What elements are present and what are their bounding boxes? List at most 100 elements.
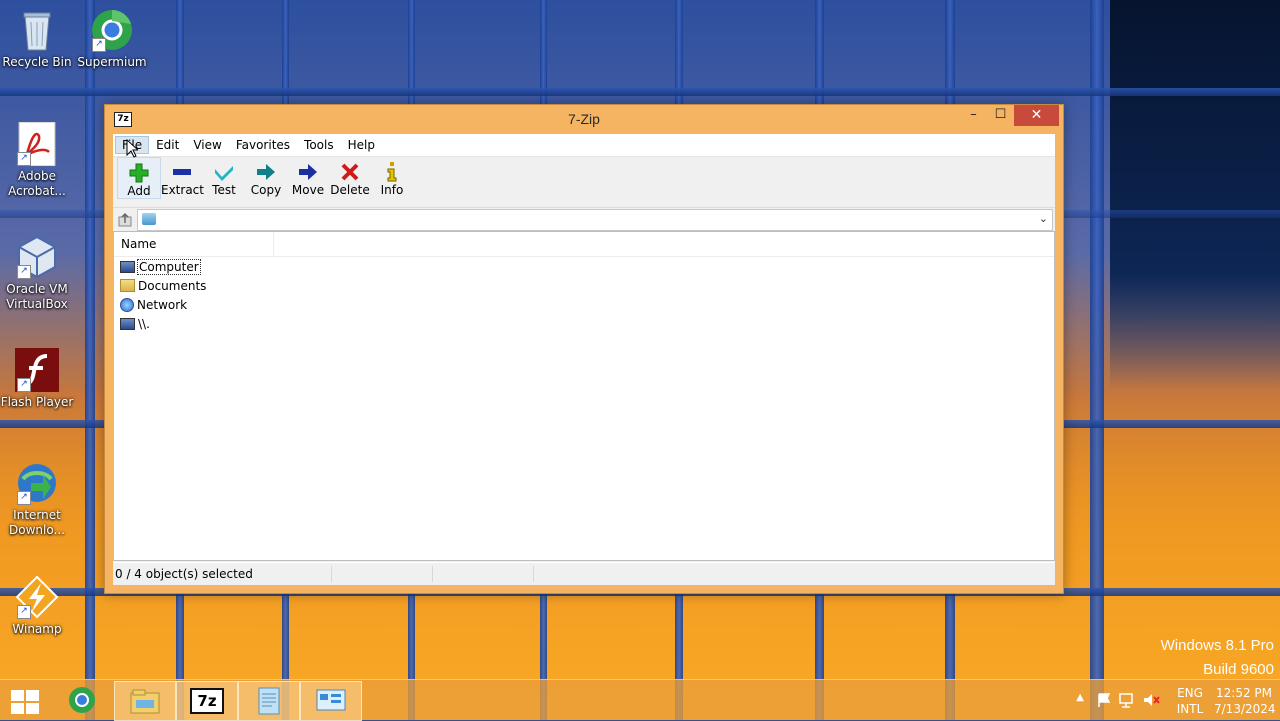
desktop-icon-label: Supermium: [77, 55, 147, 69]
network-icon: [120, 297, 134, 312]
list-item-label: Documents: [138, 278, 207, 293]
flash-player-icon: ↗: [15, 348, 59, 392]
clock[interactable]: 12:52 PM 7/13/2024: [1214, 685, 1276, 717]
taskbar-supermium[interactable]: [52, 681, 112, 719]
wallpaper-beam: [1090, 0, 1104, 720]
list-item[interactable]: Documents: [114, 276, 1054, 295]
folder-icon: [120, 279, 135, 292]
taskbar-control-panel[interactable]: [300, 681, 362, 721]
clock-time: 12:52 PM: [1216, 686, 1272, 700]
up-folder-button[interactable]: [113, 209, 137, 231]
list-item[interactable]: \\.: [114, 314, 1054, 333]
status-bar: 0 / 4 object(s) selected: [113, 562, 1055, 585]
desktop-icon-winamp[interactable]: ↗ Winamp: [0, 575, 74, 637]
extract-button[interactable]: Extract: [161, 157, 204, 197]
move-button[interactable]: Move: [287, 157, 329, 197]
recycle-bin-icon: [15, 8, 59, 52]
list-item-label: Network: [137, 297, 188, 312]
shortcut-arrow-icon: ↗: [17, 491, 31, 505]
list-header: Name: [114, 232, 1054, 257]
taskbar-notepad[interactable]: [238, 681, 300, 721]
move-label: Move: [291, 183, 325, 197]
copy-icon: [245, 161, 287, 183]
notepad-icon: [258, 687, 280, 715]
wallpaper-beam: [0, 88, 1280, 96]
menu-tools[interactable]: Tools: [297, 136, 341, 154]
add-button[interactable]: Add: [117, 157, 161, 199]
volume-muted-icon[interactable]: [1142, 692, 1160, 708]
chevron-down-icon[interactable]: ⌄: [1039, 212, 1048, 225]
minimize-button[interactable]: –: [960, 105, 987, 126]
info-label: Info: [380, 183, 404, 197]
info-button[interactable]: Info: [371, 157, 413, 197]
maximize-button[interactable]: ☐: [987, 105, 1014, 126]
add-icon: [118, 162, 160, 184]
desktop-icon-flash-player[interactable]: ↗ Flash Player: [0, 348, 74, 410]
internet-download-manager-icon: ↗: [15, 461, 59, 505]
title-bar[interactable]: 7z 7-Zip – ☐ ✕: [105, 105, 1063, 133]
add-label: Add: [127, 184, 151, 198]
column-header-name[interactable]: Name: [114, 232, 274, 256]
list-item[interactable]: Computer: [114, 257, 1054, 276]
delete-button[interactable]: Delete: [329, 157, 371, 197]
test-label: Test: [212, 183, 236, 197]
up-folder-icon: [118, 212, 132, 227]
list-item[interactable]: Network: [114, 295, 1054, 314]
winamp-icon: ↗: [15, 575, 59, 619]
desktop-icon-recycle-bin[interactable]: Recycle Bin: [0, 8, 74, 70]
desktop-icon-label: Oracle VM VirtualBox: [6, 282, 68, 311]
language-indicator[interactable]: ENG INTL: [1172, 685, 1208, 717]
extract-icon: [161, 161, 203, 183]
desktop-icon-label: Recycle Bin: [2, 55, 72, 69]
file-list[interactable]: Name Computer Documents Network \\.: [113, 231, 1055, 561]
desktop-icon-virtualbox[interactable]: ↗ Oracle VM VirtualBox: [0, 235, 74, 312]
start-button[interactable]: [11, 690, 39, 714]
windows-logo-icon: [26, 690, 39, 701]
desktop-icon-supermium[interactable]: ↗ Supermium: [75, 8, 149, 70]
windows-edition-watermark: Windows 8.1 Pro: [1160, 637, 1274, 654]
status-pane: [332, 566, 433, 582]
test-button[interactable]: Test: [203, 157, 245, 197]
toolbar: Add Extract Test Copy Move Delete Info: [113, 157, 1055, 208]
taskbar: 7z ▲ ENG INTL 12:52 PM 7/13/2024: [0, 679, 1280, 721]
close-button[interactable]: ✕: [1014, 105, 1059, 126]
menu-favorites[interactable]: Favorites: [229, 136, 297, 154]
status-pane: [433, 566, 534, 582]
shortcut-arrow-icon: ↗: [92, 38, 106, 52]
status-selection: 0 / 4 object(s) selected: [113, 566, 332, 582]
taskbar-7zip[interactable]: 7z: [176, 681, 238, 721]
move-icon: [287, 161, 329, 183]
info-icon: [371, 161, 413, 183]
control-panel-icon: [316, 689, 346, 711]
window-client: File Edit View Favorites Tools Help Add …: [113, 134, 1055, 585]
path-combobox[interactable]: ⌄: [137, 209, 1053, 231]
desktop-icon-adobe-acrobat[interactable]: ↗ Adobe Acrobat...: [0, 121, 74, 199]
windows-logo-icon: [11, 690, 24, 701]
computer-icon: [120, 317, 135, 330]
delete-icon: [329, 161, 371, 183]
file-explorer-icon: [130, 689, 160, 714]
address-bar: ⌄: [113, 208, 1055, 233]
network-status-icon[interactable]: [1118, 692, 1136, 708]
menu-view[interactable]: View: [186, 136, 228, 154]
windows-logo-icon: [26, 703, 39, 714]
show-hidden-icons-icon[interactable]: ▲: [1076, 692, 1084, 703]
desktop-icon-label: Adobe Acrobat...: [8, 169, 66, 198]
menu-bar: File Edit View Favorites Tools Help: [113, 134, 1055, 157]
keyboard-layout: INTL: [1176, 702, 1204, 716]
list-item-label: Computer: [137, 258, 201, 275]
menu-help[interactable]: Help: [341, 136, 382, 154]
shortcut-arrow-icon: ↗: [17, 265, 31, 279]
7zip-app-icon: 7z: [190, 688, 224, 714]
windows-logo-icon: [11, 703, 24, 714]
taskbar-file-explorer[interactable]: [114, 681, 176, 721]
window-title: 7-Zip: [568, 111, 600, 127]
virtualbox-icon: ↗: [15, 235, 59, 279]
menu-edit[interactable]: Edit: [149, 136, 186, 154]
copy-button[interactable]: Copy: [245, 157, 287, 197]
shortcut-arrow-icon: ↗: [17, 605, 31, 619]
action-center-flag-icon[interactable]: [1096, 692, 1112, 708]
windows-build-watermark: Build 9600: [1203, 661, 1274, 678]
wallpaper-beam: [85, 0, 95, 720]
desktop-icon-internet-download-manager[interactable]: ↗ Internet Downlo...: [0, 461, 74, 538]
